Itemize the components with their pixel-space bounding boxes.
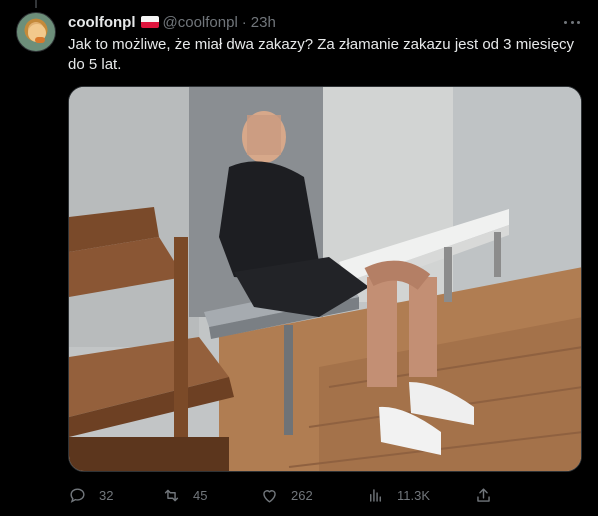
views-count: 11.3K	[397, 487, 431, 503]
reply-icon	[68, 486, 87, 505]
reply-count: 32	[99, 487, 114, 503]
avatar-beak	[35, 37, 45, 43]
reply-button[interactable]: 32	[68, 484, 113, 506]
tweet-text: Jak to możliwe, że miał dwa zakazy? Za z…	[68, 36, 575, 73]
timestamp[interactable]: 23h	[251, 14, 276, 31]
share-button[interactable]	[474, 484, 505, 506]
user-handle[interactable]: @coolfonpl	[163, 14, 238, 31]
more-options-icon[interactable]	[560, 12, 584, 32]
separator-dot: ·	[241, 13, 247, 31]
views-button[interactable]: 11.3K	[366, 484, 430, 506]
share-icon	[474, 486, 493, 505]
tweet-header: coolfonpl @coolfonpl · 23h	[68, 12, 276, 32]
repost-icon	[162, 486, 181, 505]
avatar[interactable]	[16, 12, 56, 52]
repost-count: 45	[193, 487, 208, 503]
tweet-photo[interactable]	[68, 86, 582, 472]
repost-button[interactable]: 45	[162, 484, 207, 506]
like-count: 262	[291, 487, 313, 503]
photo-illustration	[69, 87, 581, 471]
poland-flag-icon	[140, 16, 159, 28]
tweet-actions: 32 45 262 11.3K	[68, 484, 498, 506]
analytics-icon	[366, 486, 385, 505]
thread-connector-line	[35, 0, 37, 8]
heart-icon	[260, 486, 279, 505]
like-button[interactable]: 262	[260, 484, 313, 506]
display-name[interactable]: coolfonpl	[68, 14, 136, 31]
